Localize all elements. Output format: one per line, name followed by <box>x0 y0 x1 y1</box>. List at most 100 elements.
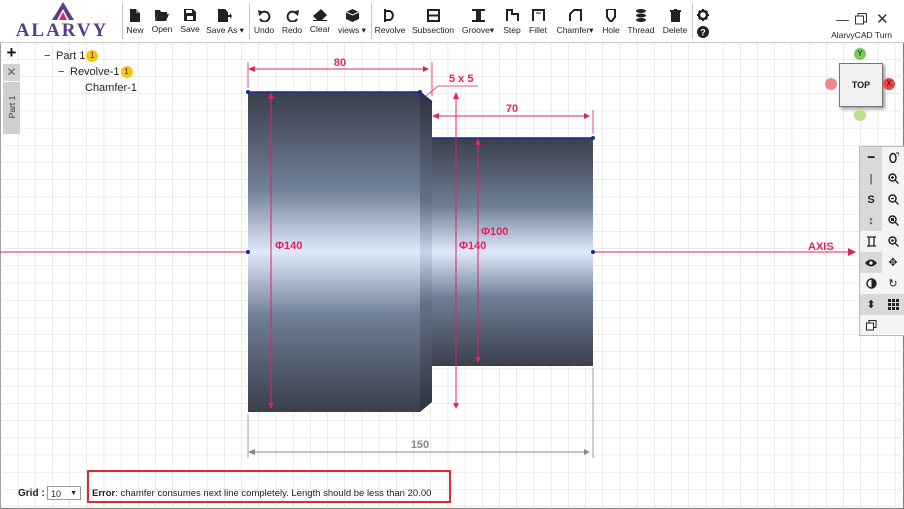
tree-item-revolve[interactable]: − Revolve-1 1 <box>58 65 133 80</box>
revolve-button[interactable]: Revolve <box>374 9 406 39</box>
tab-part-1[interactable]: Part 1 <box>3 82 20 134</box>
left-cylinder[interactable] <box>248 92 420 412</box>
help-icon[interactable]: ? <box>697 26 709 38</box>
tree-item-part[interactable]: − Part 11 <box>44 49 99 64</box>
dimension-chamfer-label[interactable]: 5 x 5 <box>449 73 473 85</box>
logo: ALARVY <box>4 2 116 41</box>
subsection-icon <box>426 9 440 22</box>
clear-label: Clear <box>309 24 331 34</box>
grid-toggle-icon[interactable] <box>882 294 904 315</box>
y-axis-icon[interactable]: Y <box>854 48 866 60</box>
drawing-canvas[interactable]: 80 5 x 5 70 Φ140 Φ140 Φ100 150 AXIS <box>0 42 904 509</box>
open-label: Open <box>151 24 173 34</box>
copy-view-icon[interactable] <box>860 315 882 336</box>
zoom-window-icon[interactable] <box>882 210 904 231</box>
sort-icon[interactable]: ⬍ <box>860 294 882 315</box>
folder-open-icon <box>155 10 169 21</box>
save-button[interactable]: Save <box>178 9 202 39</box>
trash-icon <box>669 9 681 22</box>
minimize-icon[interactable]: — <box>836 12 849 27</box>
hole-button[interactable]: Hole <box>600 9 622 39</box>
open-button[interactable]: Open <box>150 9 174 39</box>
tree-part-label: Part 1 <box>56 50 86 62</box>
zoom-out-icon[interactable] <box>882 189 904 210</box>
vertex-point[interactable] <box>591 136 595 140</box>
tab-part-label: Part 1 <box>7 95 17 119</box>
pan-icon[interactable]: ✥ <box>882 252 904 273</box>
tree-item-chamfer[interactable]: Chamfer-1 <box>85 81 137 96</box>
reset-view-icon[interactable]: ↻ <box>882 273 904 294</box>
dimension-70-label[interactable]: 70 <box>506 103 518 115</box>
subsection-label: Subsection <box>411 25 455 35</box>
dimension-icon[interactable] <box>860 231 882 252</box>
neg-y-axis-icon[interactable] <box>854 109 866 121</box>
redo-icon <box>286 10 299 22</box>
dia-left-label[interactable]: Φ140 <box>275 240 302 252</box>
views-button[interactable]: views ▾ <box>336 9 368 39</box>
grid-size-value: 10 <box>51 489 62 499</box>
undo-button[interactable]: Undo <box>252 9 276 39</box>
contrast-icon[interactable] <box>860 273 882 294</box>
subsection-button[interactable]: Subsection <box>411 9 455 39</box>
views-label: views ▾ <box>338 25 366 35</box>
zoom-fit-icon[interactable] <box>882 231 904 252</box>
view-cube[interactable]: TOP <box>839 63 883 107</box>
dia-right-label[interactable]: Φ100 <box>481 226 508 238</box>
horizontal-line-icon[interactable]: ━ <box>860 147 882 168</box>
dimension-80-label[interactable]: 80 <box>334 57 346 69</box>
vertex-point[interactable] <box>591 250 595 254</box>
views-caret-icon: ▾ <box>361 25 366 35</box>
redo-button[interactable]: Redo <box>281 9 303 39</box>
new-label: New <box>126 25 144 35</box>
groove-caret-icon: ▾ <box>489 25 495 35</box>
collapse-icon[interactable]: − <box>44 49 56 64</box>
grid-size-select[interactable]: 10 ▼ <box>47 486 81 500</box>
tree-revolve-label: Revolve-1 <box>70 66 120 78</box>
close-part-button[interactable]: ✕ <box>3 64 20 81</box>
hole-label: Hole <box>602 25 620 35</box>
gear-icon[interactable] <box>697 9 709 21</box>
eraser-icon <box>313 9 327 21</box>
chamfer-button[interactable]: Chamfer▾ <box>554 9 596 39</box>
vertex-point[interactable] <box>418 90 422 94</box>
fillet-button[interactable]: Fillet <box>527 9 549 39</box>
logo-mark-icon <box>52 2 74 20</box>
step-label: Step <box>503 25 521 35</box>
save-as-icon <box>218 9 232 22</box>
toolbar: ALARVY New Open Save Save As ▾ Undo Redo… <box>0 0 904 43</box>
neg-x-axis-icon[interactable] <box>825 78 837 90</box>
x-axis-icon[interactable]: X <box>883 78 895 90</box>
dia-step-label[interactable]: Φ140 <box>459 240 486 252</box>
clear-button[interactable]: Clear <box>308 9 332 39</box>
vertical-arrows-icon[interactable]: ↕ <box>860 210 882 231</box>
hole-icon <box>606 9 616 22</box>
vertical-line-icon[interactable]: | <box>860 168 882 189</box>
save-as-button[interactable]: Save As ▾ <box>205 9 245 39</box>
spline-icon[interactable]: S <box>860 189 882 210</box>
error-message: Error: chamfer consumes next line comple… <box>92 488 431 499</box>
thread-button[interactable]: Thread <box>627 9 655 39</box>
chamfer-face[interactable] <box>420 92 432 412</box>
add-part-button[interactable]: + <box>3 44 20 62</box>
axis-label: AXIS <box>808 241 834 253</box>
vertex-point[interactable] <box>246 90 250 94</box>
eye-icon[interactable] <box>860 252 882 273</box>
rotate-icon[interactable] <box>882 147 904 168</box>
new-button[interactable]: New <box>124 9 146 39</box>
thread-label: Thread <box>627 25 655 35</box>
zoom-in-icon[interactable] <box>882 168 904 189</box>
groove-label: Groove▾ <box>461 25 495 35</box>
toolbar-separator <box>122 3 123 39</box>
collapse-icon[interactable]: − <box>58 65 70 80</box>
dimension-150-label[interactable]: 150 <box>411 439 429 451</box>
undo-icon <box>257 10 270 22</box>
step-button[interactable]: Step <box>501 9 523 39</box>
logo-text: ALARVY <box>15 20 109 41</box>
groove-icon <box>471 9 485 22</box>
restore-icon[interactable] <box>855 13 867 25</box>
groove-button[interactable]: Groove▾ <box>460 9 496 39</box>
vertex-point[interactable] <box>246 250 250 254</box>
toolbar-separator <box>371 3 372 39</box>
close-icon[interactable]: ✕ <box>876 10 889 28</box>
delete-button[interactable]: Delete <box>661 9 689 39</box>
